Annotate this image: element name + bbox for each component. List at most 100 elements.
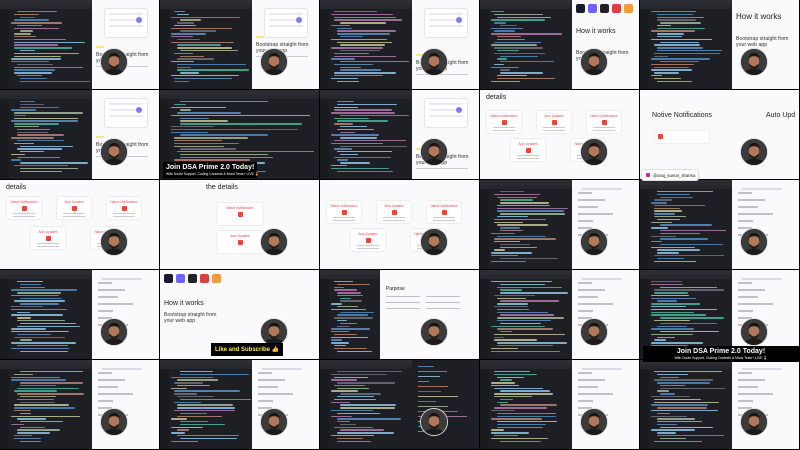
code-line (340, 300, 363, 302)
code-line (657, 325, 688, 327)
code-line (14, 114, 26, 117)
code-line (500, 379, 512, 381)
thumbnail-frame[interactable] (640, 180, 800, 270)
code-line (174, 409, 235, 412)
code-line (651, 202, 667, 204)
thumbnail-frame[interactable] (480, 180, 640, 270)
thumbnail-frame[interactable]: details Native Notifications Auto Updates N… (480, 90, 640, 180)
thumbnail-frame[interactable]: Notive Notifications Auto Upd (640, 90, 800, 180)
code-line (20, 384, 56, 387)
code-line (494, 434, 518, 437)
code-line (418, 396, 459, 398)
code-line (340, 423, 357, 426)
code-line (340, 162, 370, 164)
code-line (11, 328, 46, 330)
thumbnail-frame[interactable] (480, 360, 640, 450)
code-line (17, 131, 49, 133)
code-line (651, 415, 687, 417)
notification-icon (551, 120, 557, 125)
slider-track (742, 368, 782, 370)
how-it-works-heading: How it works (164, 300, 204, 307)
thumbnail-frame[interactable] (480, 270, 640, 360)
thumbnail-frame[interactable]: Bootstrap straight fromyour web app (320, 90, 480, 180)
code-line (171, 128, 299, 131)
editor-gutter (480, 9, 489, 89)
hero-title-line2: your web app (164, 318, 196, 324)
code-line (331, 112, 396, 114)
slider-track (582, 188, 622, 190)
code-line (657, 24, 672, 27)
notification-card (654, 130, 710, 144)
dashboard-mockup-card (264, 8, 308, 38)
promo-banner[interactable]: Join DSA Prime 2.0 Today! With Doubt Supp… (163, 162, 259, 178)
code-line (340, 322, 358, 325)
code-lines (651, 191, 730, 267)
slider-track (102, 368, 142, 370)
thumbnail-frame[interactable]: the details Native Notifications Auto Upda… (160, 180, 320, 270)
code-line (340, 49, 380, 52)
code-line (17, 128, 50, 131)
code-line (331, 58, 355, 60)
thumbnail-frame[interactable]: Purpose (320, 270, 480, 360)
code-line (494, 371, 530, 373)
code-line (494, 52, 545, 55)
code-line (494, 63, 505, 66)
code-line (657, 257, 684, 260)
code-line (497, 297, 527, 300)
code-line (20, 322, 76, 325)
code-line (171, 74, 239, 77)
code-line (651, 246, 696, 249)
code-line (497, 426, 543, 429)
code-editor-pane (320, 270, 380, 359)
code-line (20, 350, 69, 352)
app-logo-icon (212, 274, 221, 283)
code-line (651, 333, 693, 336)
thumbnail-frame[interactable] (0, 270, 160, 360)
code-line (340, 69, 381, 71)
code-line (497, 16, 552, 18)
code-line (20, 167, 78, 170)
thumbnail-frame[interactable] (160, 360, 320, 450)
code-line (657, 373, 688, 376)
code-line (17, 344, 69, 347)
code-line (180, 30, 217, 32)
code-line (494, 336, 505, 339)
status-dot-icon (136, 107, 142, 113)
instagram-handle-badge[interactable]: @anuj_kumar_sharma (641, 169, 700, 181)
feature-card: Auto Updates (376, 200, 412, 224)
editor-tabs (320, 275, 380, 279)
person-avatar-icon (741, 409, 767, 435)
person-avatar-icon (101, 319, 127, 345)
facecam-avatar (740, 318, 768, 346)
code-line (334, 72, 397, 74)
editor-gutter (480, 279, 489, 359)
thumbnail-frame[interactable]: Native Notifications Auto Updates Native N… (320, 180, 480, 270)
thumbnail-frame[interactable] (320, 360, 480, 450)
thumbnail-frame[interactable]: Bootstrap straight fromyour web app (0, 90, 160, 180)
code-line (497, 74, 527, 77)
thumbnail-frame[interactable] (640, 360, 800, 450)
code-lines (651, 371, 730, 447)
code-line (331, 308, 366, 311)
thumbnail-frame[interactable]: Bootstrap straight fromyour web app (0, 0, 160, 90)
thumbnail-frame[interactable] (0, 360, 160, 450)
editor-tabs (0, 5, 92, 9)
promo-banner[interactable]: Join DSA Prime 2.0 Today! With Doubt Supp… (643, 346, 799, 362)
page-text-line (98, 303, 133, 305)
notification-icon (237, 240, 243, 245)
code-line (334, 19, 403, 21)
code-line (494, 393, 553, 395)
code-line (657, 80, 693, 82)
thumbnail-frame[interactable]: details Native Notifications Auto Updates N… (0, 180, 160, 270)
code-line (20, 412, 32, 415)
card-text-line (543, 130, 565, 131)
thumbnail-frame[interactable]: Bootstrap straight fromyour web app (320, 0, 480, 90)
person-avatar-icon (101, 229, 127, 255)
thumbnail-frame[interactable]: How it worksBootstrap straight fromyour … (480, 0, 640, 90)
code-line (20, 339, 32, 341)
feature-card-title: Auto Updates (64, 200, 84, 204)
thumbnail-frame[interactable]: How it worksBootstrap straight fromyour … (640, 0, 800, 90)
thumbnail-frame[interactable]: Bootstrap straight fromyour web app (160, 0, 320, 90)
code-line (14, 404, 70, 406)
code-line (14, 437, 41, 440)
